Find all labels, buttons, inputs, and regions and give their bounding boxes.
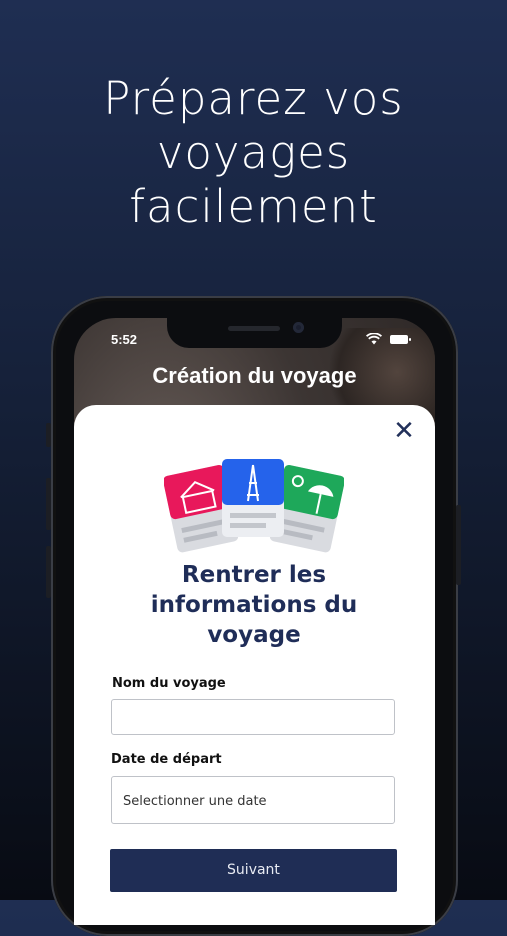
headline-line-3: facilement [129,180,378,233]
next-button[interactable]: Suivant [110,849,397,892]
screen-title: Création du voyage [152,363,357,388]
trip-name-label: Nom du voyage [112,676,226,691]
front-camera [293,322,304,333]
headline-line-1: Préparez vos [103,72,404,125]
phone-notch [167,318,342,348]
departure-date-placeholder: Selectionner une date [123,794,267,809]
headline-line-2: voyages [156,126,351,179]
phone-volume-up [46,478,51,530]
departure-date-label: Date de départ [111,752,222,767]
form-title: Rentrer les informations du voyage [120,560,388,650]
travel-cards-illustration [164,459,344,553]
wifi-icon [366,333,382,345]
speaker-grille [228,326,280,331]
phone-mute-switch [46,423,51,447]
eiffel-card-icon [222,459,284,537]
close-icon[interactable]: ✕ [392,417,416,443]
form-title-line-2: informations du [150,592,358,618]
trip-name-input[interactable] [111,699,395,735]
battery-icon [390,335,411,344]
form-title-line-1: Rentrer les [181,562,327,588]
marketing-headline: Préparez vos voyages facilement [0,72,507,234]
departure-date-field[interactable]: Selectionner une date [111,776,395,824]
phone-power-button [456,505,461,585]
status-time: 5:52 [111,332,138,347]
form-title-line-3: voyage [207,622,301,648]
phone-volume-down [46,546,51,598]
